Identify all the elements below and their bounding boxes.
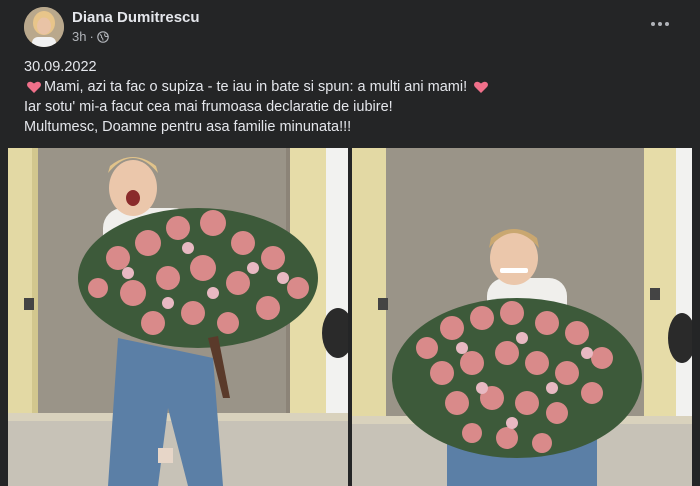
globe-icon[interactable]: [97, 30, 109, 43]
more-options-icon[interactable]: [646, 14, 674, 34]
post-line-2: Iar sotu' mi-a facut cea mai frumoasa de…: [24, 99, 393, 115]
post-date-line: 30.09.2022: [24, 59, 97, 75]
author-avatar[interactable]: [24, 7, 64, 47]
post-text: 30.09.2022 Mami, azi ta fac o supiza - t…: [24, 57, 684, 137]
heart-emoji-icon: [26, 79, 42, 95]
post-line-1: Mami, azi ta fac o supiza - te iau in ba…: [24, 77, 684, 97]
separator-dot: ·: [89, 29, 94, 44]
photo-left[interactable]: [8, 148, 348, 486]
photo-right[interactable]: [352, 148, 692, 486]
author-name[interactable]: Diana Dumitrescu: [72, 9, 200, 26]
post-line-1-text: Mami, azi ta fac o supiza - te iau in ba…: [44, 79, 468, 95]
post-line-3: Multumesc, Doamne pentru asa familie min…: [24, 119, 352, 135]
facebook-post: Diana Dumitrescu 3h · 30.09.2022 Mami, a…: [0, 0, 700, 486]
heart-emoji-icon: [473, 79, 489, 95]
post-meta: 3h ·: [72, 29, 109, 44]
post-time[interactable]: 3h: [72, 29, 86, 44]
